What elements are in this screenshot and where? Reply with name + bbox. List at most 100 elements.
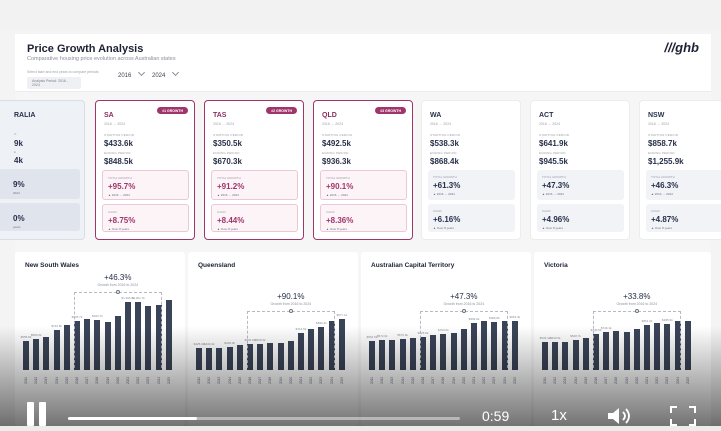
- total-growth-sub: ▲ 2016 → 2024: [326, 193, 348, 197]
- card-state-name: RALIA: [14, 112, 36, 119]
- cagr-box: CAGR +8.36% ▲ Over 8 years: [320, 204, 407, 232]
- total-growth-value: +95.7%: [108, 182, 136, 191]
- card-state-name: WA: [430, 112, 442, 119]
- cagr-sub: ▲ Over 8 years: [326, 227, 347, 231]
- fullscreen-button[interactable]: [670, 406, 696, 426]
- ghb-logo: ///ghb: [664, 40, 699, 55]
- cagr-value: +8.75%: [108, 216, 136, 225]
- cagr-label: CAGR: [433, 209, 442, 213]
- total-growth-value: +46.3%: [651, 181, 679, 190]
- cagr-value: +6.16%: [433, 215, 461, 224]
- chart-title: Australian Capital Territory: [371, 262, 455, 269]
- cagr-label: CAGR: [542, 209, 551, 213]
- cagr-box: 0% years: [0, 203, 80, 231]
- chevron-down-icon: [172, 68, 180, 77]
- current-time: 0:59: [482, 408, 510, 424]
- speaker-icon: [608, 408, 630, 424]
- starting-label: STARTING PERIOD: [322, 133, 353, 137]
- card-state-name: TAS: [213, 112, 227, 119]
- playback-speed-button[interactable]: 1x: [551, 407, 567, 424]
- total-growth-box: TOTAL GROWTH +90.1% ▲ 2016 → 2024: [320, 170, 407, 200]
- end-year-select[interactable]: 2024: [152, 68, 180, 79]
- card-range: 2016 → 2024: [430, 122, 452, 126]
- card-range: 2016 → 2024: [213, 122, 235, 126]
- ending-value: $848.5k: [104, 157, 133, 166]
- total-growth-box: TOTAL GROWTH +95.7% ▲ 2016 → 2024: [102, 170, 189, 200]
- total-growth-box: TOTAL GROWTH +61.3% ▲ 2016 → 2024: [428, 170, 515, 200]
- fullscreen-icon-corner: [670, 419, 677, 426]
- bar-value-label: $977.1k: [336, 313, 348, 318]
- card-range: 2016 → 2024: [648, 122, 670, 126]
- seek-bar[interactable]: [68, 417, 460, 420]
- chart-title: Queensland: [198, 262, 236, 269]
- starting-label: STARTING PERIOD: [104, 133, 135, 137]
- pause-button[interactable]: [27, 402, 49, 426]
- state-card-sa[interactable]: SA #1 GROWTH 2016 → 2024 STARTING PERIOD…: [95, 100, 195, 240]
- pause-icon-bar: [39, 402, 46, 426]
- total-growth-sub: ▲ 2016 → 2024: [108, 193, 130, 197]
- seek-progress: [68, 417, 198, 420]
- end-year-value: 2024: [152, 73, 166, 79]
- ending-value: $1,255.9k: [648, 157, 684, 166]
- top-bar: [0, 0, 721, 30]
- card-range: 2016 → 2024: [104, 122, 126, 126]
- starting-value: $858.7k: [648, 139, 677, 148]
- growth-rank-badge: #1 GROWTH: [157, 107, 188, 114]
- start-year-value: 2016: [118, 73, 132, 79]
- total-growth-sub: ▲ 2016 → 2024: [651, 192, 673, 196]
- cagr-sub: ▲ Over 8 years: [217, 227, 238, 231]
- state-card-tas[interactable]: TAS #2 GROWTH 2016 → 2024 STARTING PERIO…: [204, 100, 304, 240]
- cagr-label: CAGR: [108, 210, 117, 214]
- cagr-value: +4.96%: [542, 215, 570, 224]
- ending-value: $936.3k: [322, 157, 351, 166]
- bracket-marker-icon: [461, 308, 466, 313]
- ending-label: ENDING PERIOD: [430, 151, 457, 155]
- starting-label: STARTING PERIOD: [539, 133, 570, 137]
- dashboard-header: Price Growth Analysis Comparative housin…: [15, 34, 711, 92]
- cagr-sub: ▲ Over 8 years: [542, 226, 563, 230]
- starting-value: $433.6k: [104, 139, 133, 148]
- chart-title: New South Wales: [25, 262, 79, 269]
- growth-percent: +47.3%: [450, 291, 478, 301]
- cagr-box: CAGR +4.87% ▲ Over 8 years: [646, 204, 721, 232]
- total-growth-sub: 2024: [13, 191, 20, 195]
- growth-rank-badge: #2 GROWTH: [266, 107, 297, 114]
- ending-value: 4k: [14, 156, 23, 165]
- card-range: 2016 → 2024: [539, 122, 561, 126]
- state-card-wa[interactable]: WA 2016 → 2024 STARTING PERIOD $538.3k E…: [421, 100, 521, 240]
- ending-label: ENDING PERIOD: [213, 151, 240, 155]
- ending-value: $945.5k: [539, 157, 568, 166]
- state-card-nsw[interactable]: NSW 2016 → 2024 STARTING PERIOD $858.7k …: [639, 100, 721, 240]
- starting-value: $492.5k: [322, 139, 351, 148]
- volume-button[interactable]: [606, 406, 636, 426]
- analysis-period-label: Analysis Period: 2016 - 2024: [27, 77, 81, 89]
- total-growth-label: TOTAL GROWTH: [217, 176, 241, 180]
- starting-value: $350.5k: [213, 139, 242, 148]
- ending-label: ENDING PERIOD: [322, 151, 349, 155]
- page-subtitle: Comparative housing price evolution acro…: [27, 56, 176, 62]
- total-growth-value: 9%: [13, 180, 25, 189]
- total-growth-label: TOTAL GROWTH: [542, 175, 566, 179]
- fullscreen-icon: [670, 406, 677, 413]
- growth-rank-badge: #3 GROWTH: [375, 107, 406, 114]
- fullscreen-icon-corner: [689, 406, 696, 413]
- total-growth-label: TOTAL GROWTH: [651, 175, 675, 179]
- state-card-act[interactable]: ACT 2016 → 2024 STARTING PERIOD $641.9k …: [530, 100, 630, 240]
- total-growth-box: TOTAL GROWTH +47.3% ▲ 2016 → 2024: [537, 170, 624, 200]
- starting-value: $538.3k: [430, 139, 459, 148]
- growth-annotation: +47.3% Growth from 2016 to 2024: [424, 292, 504, 306]
- state-cards: RALIA O 9k E 4k 9% 2024 0% years SA #1 G…: [0, 100, 721, 240]
- ending-label: ENDING PERIOD: [539, 151, 566, 155]
- growth-caption: Growth from 2016 to 2024: [270, 302, 312, 307]
- total-growth-value: +91.2%: [217, 182, 245, 191]
- state-card-australia[interactable]: RALIA O 9k E 4k 9% 2024 0% years: [0, 100, 85, 240]
- ending-label: ENDING PERIOD: [104, 151, 131, 155]
- state-card-qld[interactable]: QLD #3 GROWTH 2016 → 2024 STARTING PERIO…: [313, 100, 413, 240]
- start-year-select[interactable]: 2016: [118, 68, 146, 79]
- total-growth-value: +90.1%: [326, 182, 354, 191]
- cagr-value: +8.44%: [217, 216, 245, 225]
- total-growth-sub: ▲ 2016 → 2024: [433, 192, 455, 196]
- cagr-sub: ▲ Over 8 years: [651, 226, 672, 230]
- growth-percent: +46.3%: [104, 273, 132, 283]
- growth-caption: Growth from 2016 to 2024: [97, 283, 139, 288]
